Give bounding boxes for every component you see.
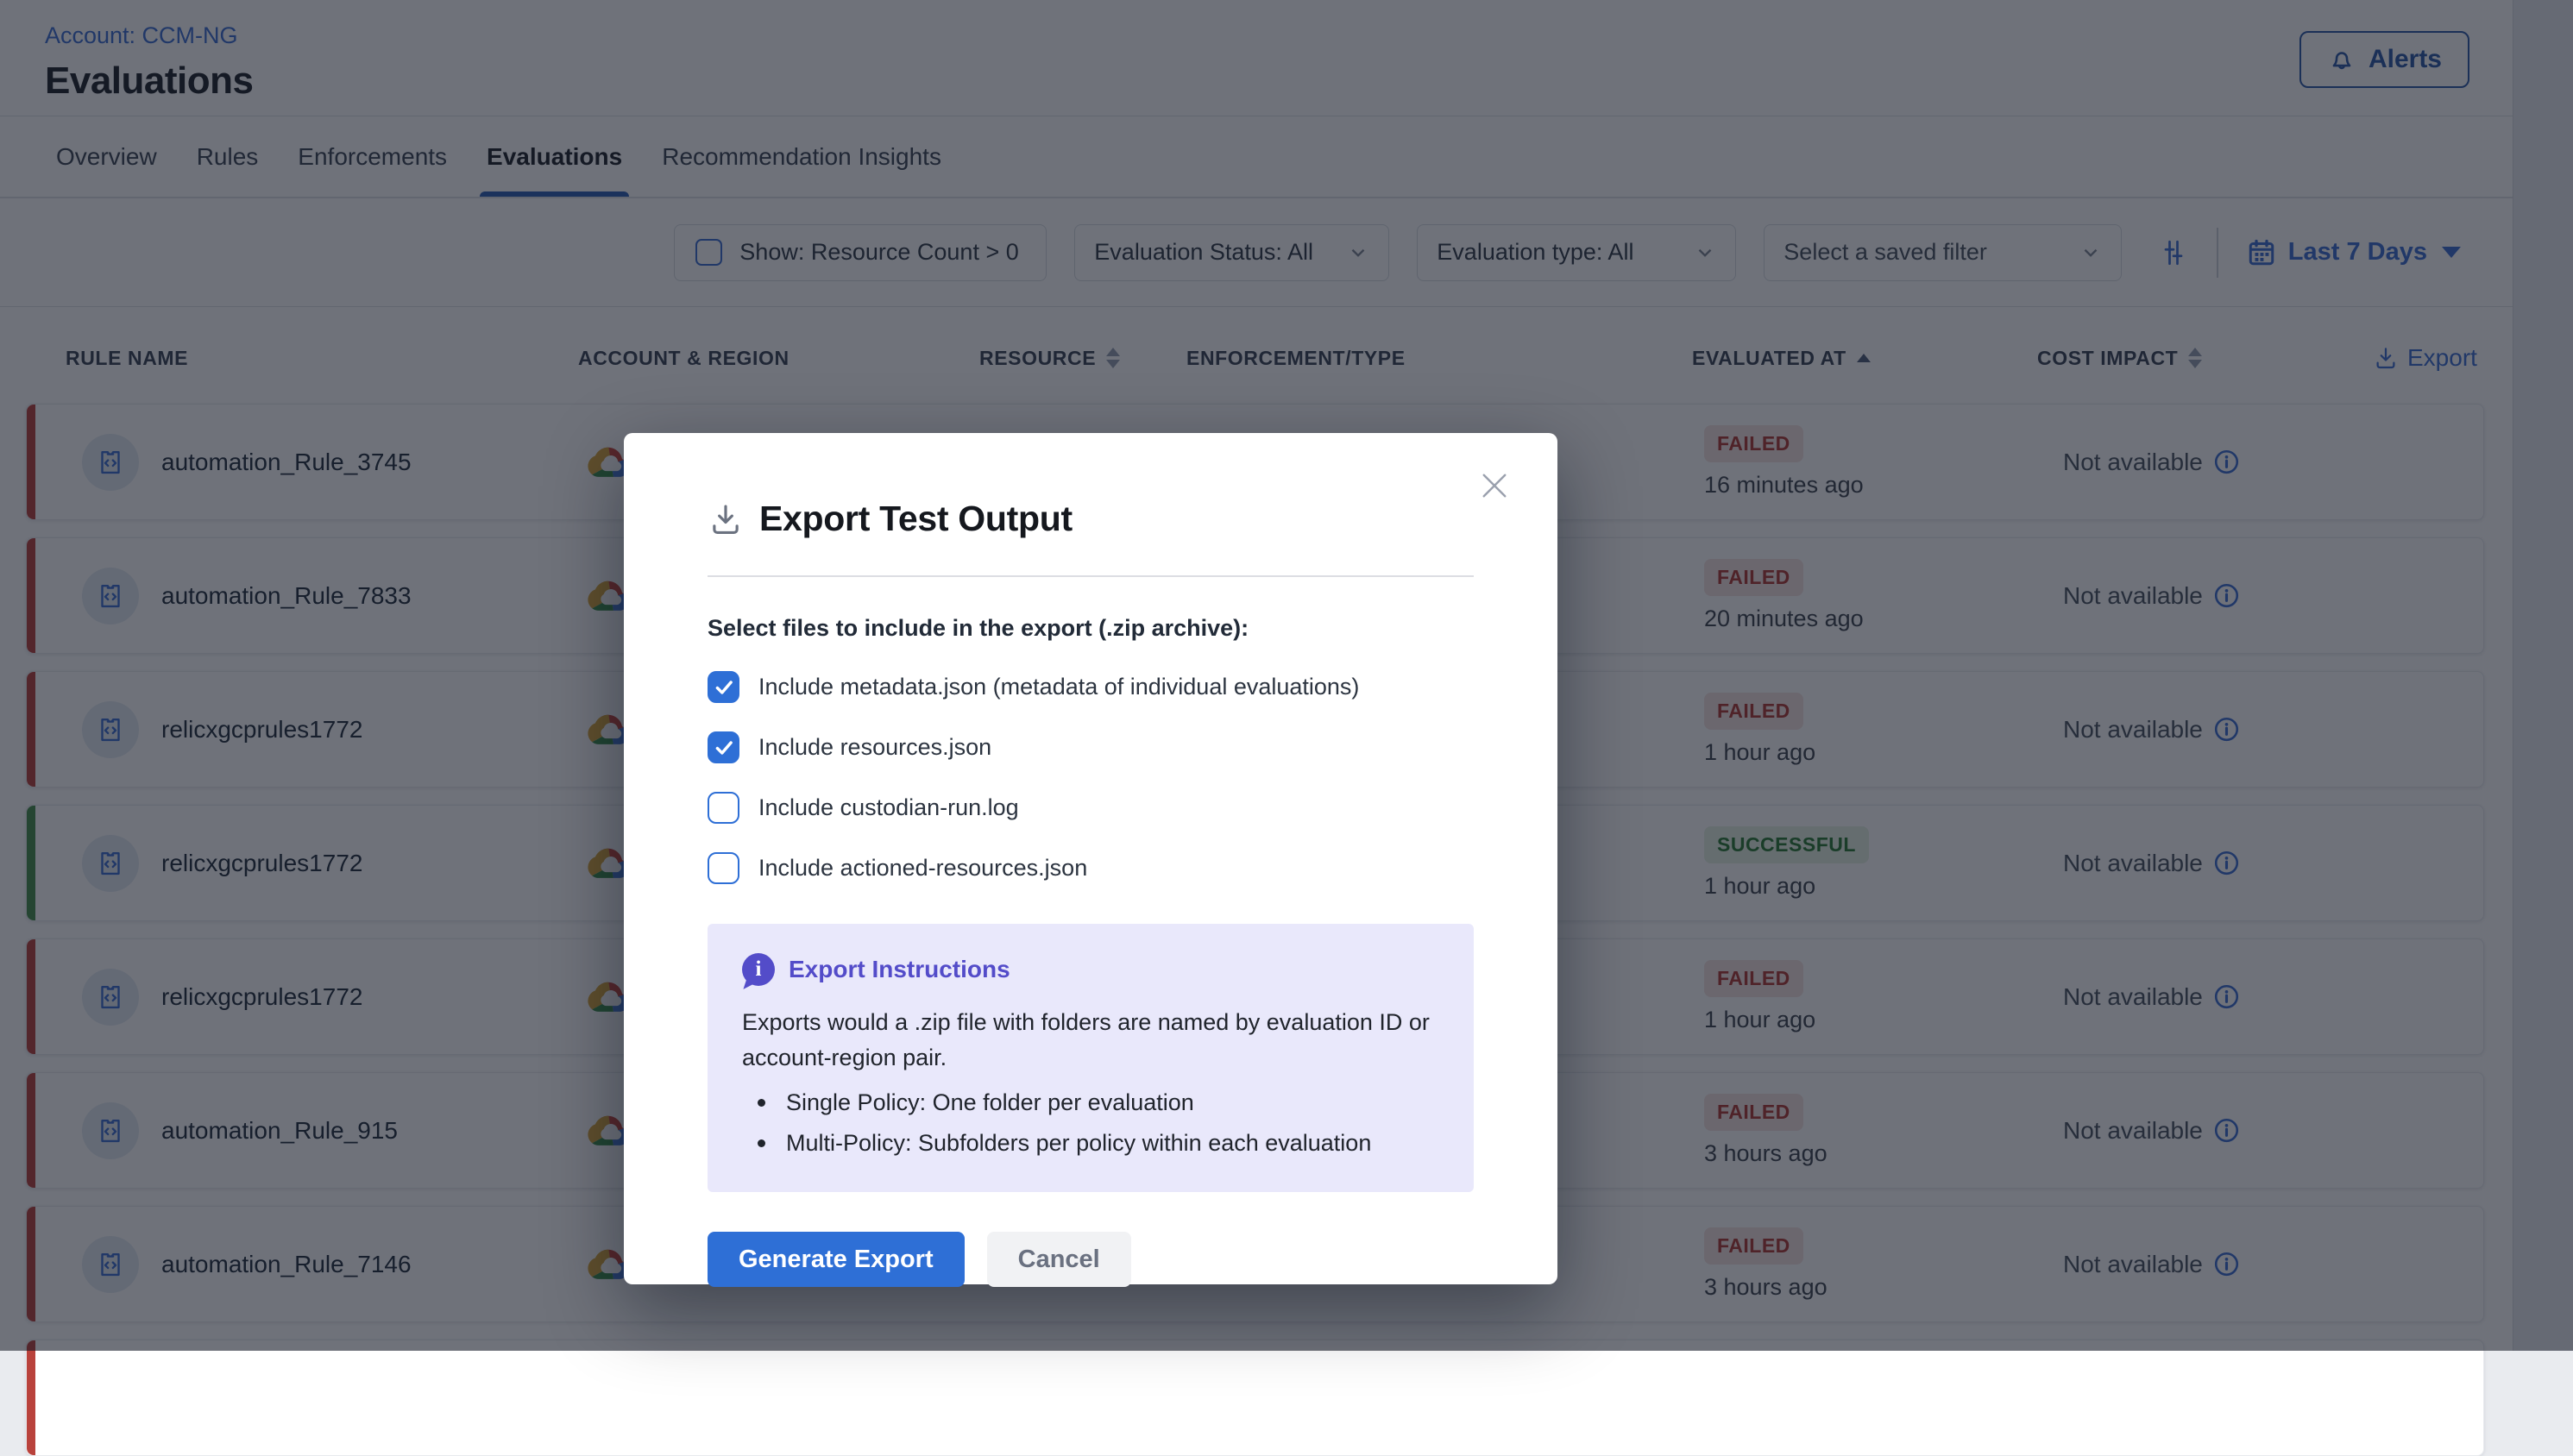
instructions-bullets: Single Policy: One folder per evaluation… xyxy=(742,1086,1439,1159)
export-option-label: Include resources.json xyxy=(758,734,991,761)
table-row[interactable]: FAILED xyxy=(26,1340,2484,1456)
export-option[interactable]: Include actioned-resources.json xyxy=(708,852,1474,884)
cancel-button[interactable]: Cancel xyxy=(987,1232,1131,1287)
export-instructions-box: i Export Instructions Exports would a .z… xyxy=(708,924,1474,1192)
export-option[interactable]: Include resources.json xyxy=(708,731,1474,763)
generate-export-button[interactable]: Generate Export xyxy=(708,1232,965,1287)
select-files-label: Select files to include in the export (.… xyxy=(708,615,1474,642)
instructions-body: Exports would a .zip file with folders a… xyxy=(742,1005,1439,1076)
export-modal: Export Test Output Select files to inclu… xyxy=(624,433,1557,1284)
checkbox[interactable] xyxy=(708,731,739,763)
info-bubble-icon: i xyxy=(742,953,775,986)
modal-title: Export Test Output xyxy=(759,499,1073,539)
export-option[interactable]: Include custodian-run.log xyxy=(708,792,1474,824)
checkbox[interactable] xyxy=(708,671,739,703)
checkbox[interactable] xyxy=(708,792,739,824)
instruction-bullet: Multi-Policy: Subfolders per policy with… xyxy=(742,1127,1439,1159)
instruction-bullet: Single Policy: One folder per evaluation xyxy=(742,1086,1439,1119)
status-stripe xyxy=(27,1340,35,1455)
export-option-label: Include custodian-run.log xyxy=(758,794,1019,821)
modal-divider xyxy=(708,575,1474,577)
download-icon xyxy=(708,501,744,537)
checkbox[interactable] xyxy=(708,852,739,884)
export-options: Include metadata.json (metadata of indiv… xyxy=(708,671,1474,884)
export-option[interactable]: Include metadata.json (metadata of indiv… xyxy=(708,671,1474,703)
close-icon[interactable] xyxy=(1476,468,1513,504)
export-option-label: Include metadata.json (metadata of indiv… xyxy=(758,674,1359,700)
instructions-title: Export Instructions xyxy=(789,956,1010,983)
export-option-label: Include actioned-resources.json xyxy=(758,855,1087,882)
